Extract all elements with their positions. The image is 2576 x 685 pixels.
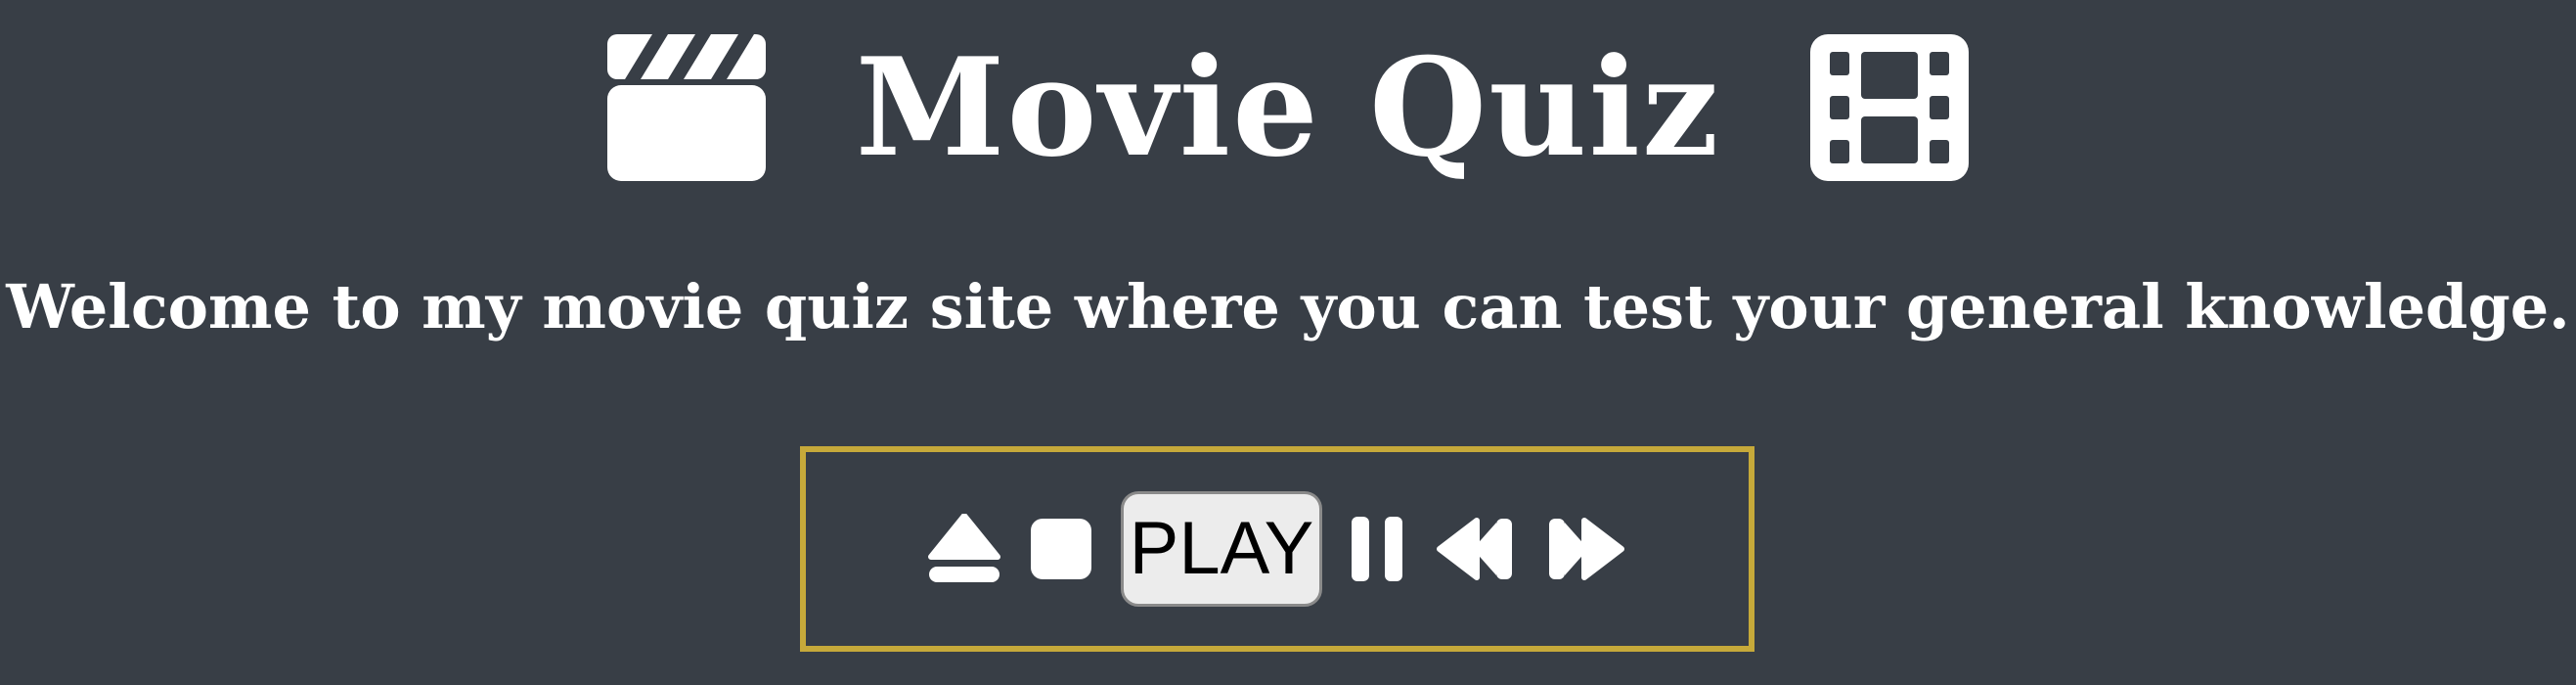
- film-icon: [1810, 34, 1970, 181]
- stop-button[interactable]: [1031, 519, 1091, 579]
- eject-button[interactable]: [927, 514, 1001, 584]
- forward-icon: [1549, 518, 1624, 580]
- backward-icon: [1437, 518, 1512, 580]
- clapperboard-icon: [606, 34, 766, 181]
- rewind-button[interactable]: [1434, 517, 1516, 581]
- page-title: Movie Quiz: [855, 27, 1721, 187]
- stop-icon: [1031, 519, 1091, 579]
- pause-icon: [1352, 517, 1402, 581]
- pause-button[interactable]: [1352, 517, 1404, 581]
- player-controls: PLAY: [800, 446, 1754, 652]
- header: Movie Quiz: [0, 29, 2576, 186]
- play-button[interactable]: PLAY: [1121, 491, 1322, 607]
- eject-icon: [928, 514, 1000, 582]
- welcome-text: Welcome to my movie quiz site where you …: [6, 271, 2570, 342]
- fast-forward-button[interactable]: [1545, 517, 1627, 581]
